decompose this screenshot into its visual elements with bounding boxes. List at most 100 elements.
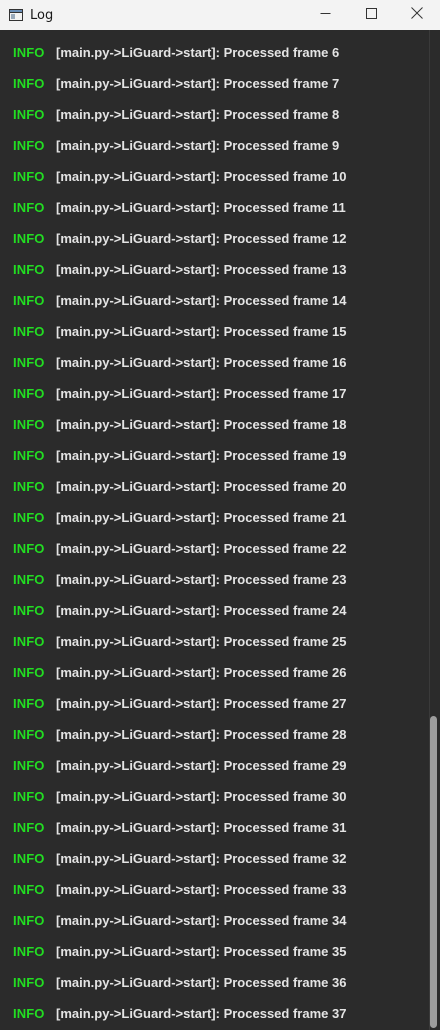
- log-message: [main.py->LiGuard->start]: Processed fra…: [56, 944, 347, 959]
- log-entry: INFO [main.py->LiGuard->start]: Processed…: [0, 657, 426, 688]
- close-icon: [411, 6, 423, 24]
- log-level: INFO: [13, 45, 45, 60]
- log-level: INFO: [13, 262, 45, 277]
- log-level: INFO: [13, 355, 45, 370]
- log-message: [main.py->LiGuard->start]: Processed fra…: [56, 448, 347, 463]
- log-level: INFO: [13, 851, 45, 866]
- log-entry: INFO [main.py->LiGuard->start]: Processed…: [0, 254, 426, 285]
- log-entry-content: INFO [main.py->LiGuard->start]: Processed…: [0, 719, 426, 750]
- maximize-icon: [365, 6, 377, 24]
- log-message: [main.py->LiGuard->start]: Processed fra…: [56, 603, 347, 618]
- log-level: INFO: [13, 944, 45, 959]
- log-entry-content: INFO [main.py->LiGuard->start]: Processed…: [0, 533, 426, 564]
- log-message: [main.py->LiGuard->start]: Processed fra…: [56, 169, 347, 184]
- log-message: [main.py->LiGuard->start]: Processed fra…: [56, 634, 347, 649]
- log-level: INFO: [13, 603, 45, 618]
- log-level: INFO: [13, 634, 45, 649]
- log-message: [main.py->LiGuard->start]: Processed fra…: [56, 665, 347, 680]
- log-entry-content: INFO [main.py->LiGuard->start]: Processed…: [0, 68, 426, 99]
- log-entry-content: INFO [main.py->LiGuard->start]: Processed…: [0, 564, 426, 595]
- scrollbar-thumb[interactable]: [430, 716, 437, 1028]
- log-list: INFO [main.py->LiGuard->start]: Processed…: [0, 37, 426, 1029]
- log-entry: INFO [main.py->LiGuard->start]: Processed…: [0, 502, 426, 533]
- log-entry-content: INFO [main.py->LiGuard->start]: Processed…: [0, 812, 426, 843]
- log-entry: INFO [main.py->LiGuard->start]: Processed…: [0, 409, 426, 440]
- log-entry-content: INFO [main.py->LiGuard->start]: Processed…: [0, 874, 426, 905]
- log-entry-content: INFO [main.py->LiGuard->start]: Processed…: [0, 998, 426, 1029]
- log-message: [main.py->LiGuard->start]: Processed fra…: [56, 882, 347, 897]
- log-entry-content: INFO [main.py->LiGuard->start]: Processed…: [0, 161, 426, 192]
- log-entry-content: INFO [main.py->LiGuard->start]: Processed…: [0, 843, 426, 874]
- log-entry-content: INFO [main.py->LiGuard->start]: Processed…: [0, 347, 426, 378]
- log-message: [main.py->LiGuard->start]: Processed fra…: [56, 479, 347, 494]
- window-app-icon: [9, 8, 23, 22]
- log-message: [main.py->LiGuard->start]: Processed fra…: [56, 386, 347, 401]
- log-entry-content: INFO [main.py->LiGuard->start]: Processed…: [0, 254, 426, 285]
- log-message: [main.py->LiGuard->start]: Processed fra…: [56, 541, 347, 556]
- log-entry: INFO [main.py->LiGuard->start]: Processed…: [0, 843, 426, 874]
- log-level: INFO: [13, 169, 45, 184]
- log-level: INFO: [13, 138, 45, 153]
- log-message: [main.py->LiGuard->start]: Processed fra…: [56, 293, 347, 308]
- log-message: [main.py->LiGuard->start]: Processed fra…: [56, 572, 347, 587]
- log-entry: INFO [main.py->LiGuard->start]: Processed…: [0, 440, 426, 471]
- log-message: [main.py->LiGuard->start]: Processed fra…: [56, 262, 347, 277]
- log-entry-content: INFO [main.py->LiGuard->start]: Processed…: [0, 440, 426, 471]
- log-entry-content: INFO [main.py->LiGuard->start]: Processed…: [0, 471, 426, 502]
- log-message: [main.py->LiGuard->start]: Processed fra…: [56, 727, 347, 742]
- log-level: INFO: [13, 76, 45, 91]
- log-entry-content: INFO [main.py->LiGuard->start]: Processed…: [0, 223, 426, 254]
- log-entry: INFO [main.py->LiGuard->start]: Processed…: [0, 905, 426, 936]
- log-entry-content: INFO [main.py->LiGuard->start]: Processed…: [0, 378, 426, 409]
- log-entry: INFO [main.py->LiGuard->start]: Processed…: [0, 533, 426, 564]
- log-message: [main.py->LiGuard->start]: Processed fra…: [56, 200, 346, 215]
- log-level: INFO: [13, 231, 45, 246]
- log-level: INFO: [13, 975, 45, 990]
- log-level: INFO: [13, 200, 45, 215]
- log-entry: INFO [main.py->LiGuard->start]: Processed…: [0, 750, 426, 781]
- log-entry-content: INFO [main.py->LiGuard->start]: Processed…: [0, 37, 426, 68]
- close-button[interactable]: [394, 0, 440, 30]
- log-entry: INFO [main.py->LiGuard->start]: Processed…: [0, 967, 426, 998]
- log-entry: INFO [main.py->LiGuard->start]: Processed…: [0, 564, 426, 595]
- log-level: INFO: [13, 541, 45, 556]
- log-entry: INFO [main.py->LiGuard->start]: Processed…: [0, 874, 426, 905]
- log-level: INFO: [13, 882, 45, 897]
- log-entry-content: INFO [main.py->LiGuard->start]: Processed…: [0, 750, 426, 781]
- log-message: [main.py->LiGuard->start]: Processed fra…: [56, 231, 347, 246]
- log-entry-content: INFO [main.py->LiGuard->start]: Processed…: [0, 502, 426, 533]
- log-entry: INFO [main.py->LiGuard->start]: Processed…: [0, 99, 426, 130]
- log-entry-content: INFO [main.py->LiGuard->start]: Processed…: [0, 285, 426, 316]
- log-level: INFO: [13, 758, 45, 773]
- log-message: [main.py->LiGuard->start]: Processed fra…: [56, 696, 347, 711]
- log-message: [main.py->LiGuard->start]: Processed fra…: [56, 1006, 347, 1021]
- log-entry-content: INFO [main.py->LiGuard->start]: Processed…: [0, 688, 426, 719]
- log-level: INFO: [13, 696, 45, 711]
- title-bar[interactable]: Log: [0, 0, 440, 30]
- log-message: [main.py->LiGuard->start]: Processed fra…: [56, 107, 340, 122]
- log-entry-content: INFO [main.py->LiGuard->start]: Processed…: [0, 657, 426, 688]
- log-entry: INFO [main.py->LiGuard->start]: Processed…: [0, 378, 426, 409]
- log-message: [main.py->LiGuard->start]: Processed fra…: [56, 820, 347, 835]
- log-entry-content: INFO [main.py->LiGuard->start]: Processed…: [0, 967, 426, 998]
- log-view[interactable]: INFO [main.py->LiGuard->start]: Processed…: [0, 30, 426, 1030]
- log-message: [main.py->LiGuard->start]: Processed fra…: [56, 510, 347, 525]
- vertical-scrollbar[interactable]: [426, 30, 440, 1030]
- log-entry-content: INFO [main.py->LiGuard->start]: Processed…: [0, 781, 426, 812]
- log-entry: INFO [main.py->LiGuard->start]: Processed…: [0, 471, 426, 502]
- log-level: INFO: [13, 665, 45, 680]
- log-level: INFO: [13, 107, 45, 122]
- log-level: INFO: [13, 417, 45, 432]
- log-entry-content: INFO [main.py->LiGuard->start]: Processed…: [0, 409, 426, 440]
- minimize-button[interactable]: [302, 0, 348, 30]
- log-message: [main.py->LiGuard->start]: Processed fra…: [56, 324, 347, 339]
- log-level: INFO: [13, 913, 45, 928]
- log-message: [main.py->LiGuard->start]: Processed fra…: [56, 76, 340, 91]
- log-entry: INFO [main.py->LiGuard->start]: Processed…: [0, 688, 426, 719]
- log-level: INFO: [13, 324, 45, 339]
- log-entry: INFO [main.py->LiGuard->start]: Processed…: [0, 719, 426, 750]
- log-entry: INFO [main.py->LiGuard->start]: Processed…: [0, 130, 426, 161]
- log-entry: INFO [main.py->LiGuard->start]: Processed…: [0, 316, 426, 347]
- maximize-button[interactable]: [348, 0, 394, 30]
- log-message: [main.py->LiGuard->start]: Processed fra…: [56, 417, 347, 432]
